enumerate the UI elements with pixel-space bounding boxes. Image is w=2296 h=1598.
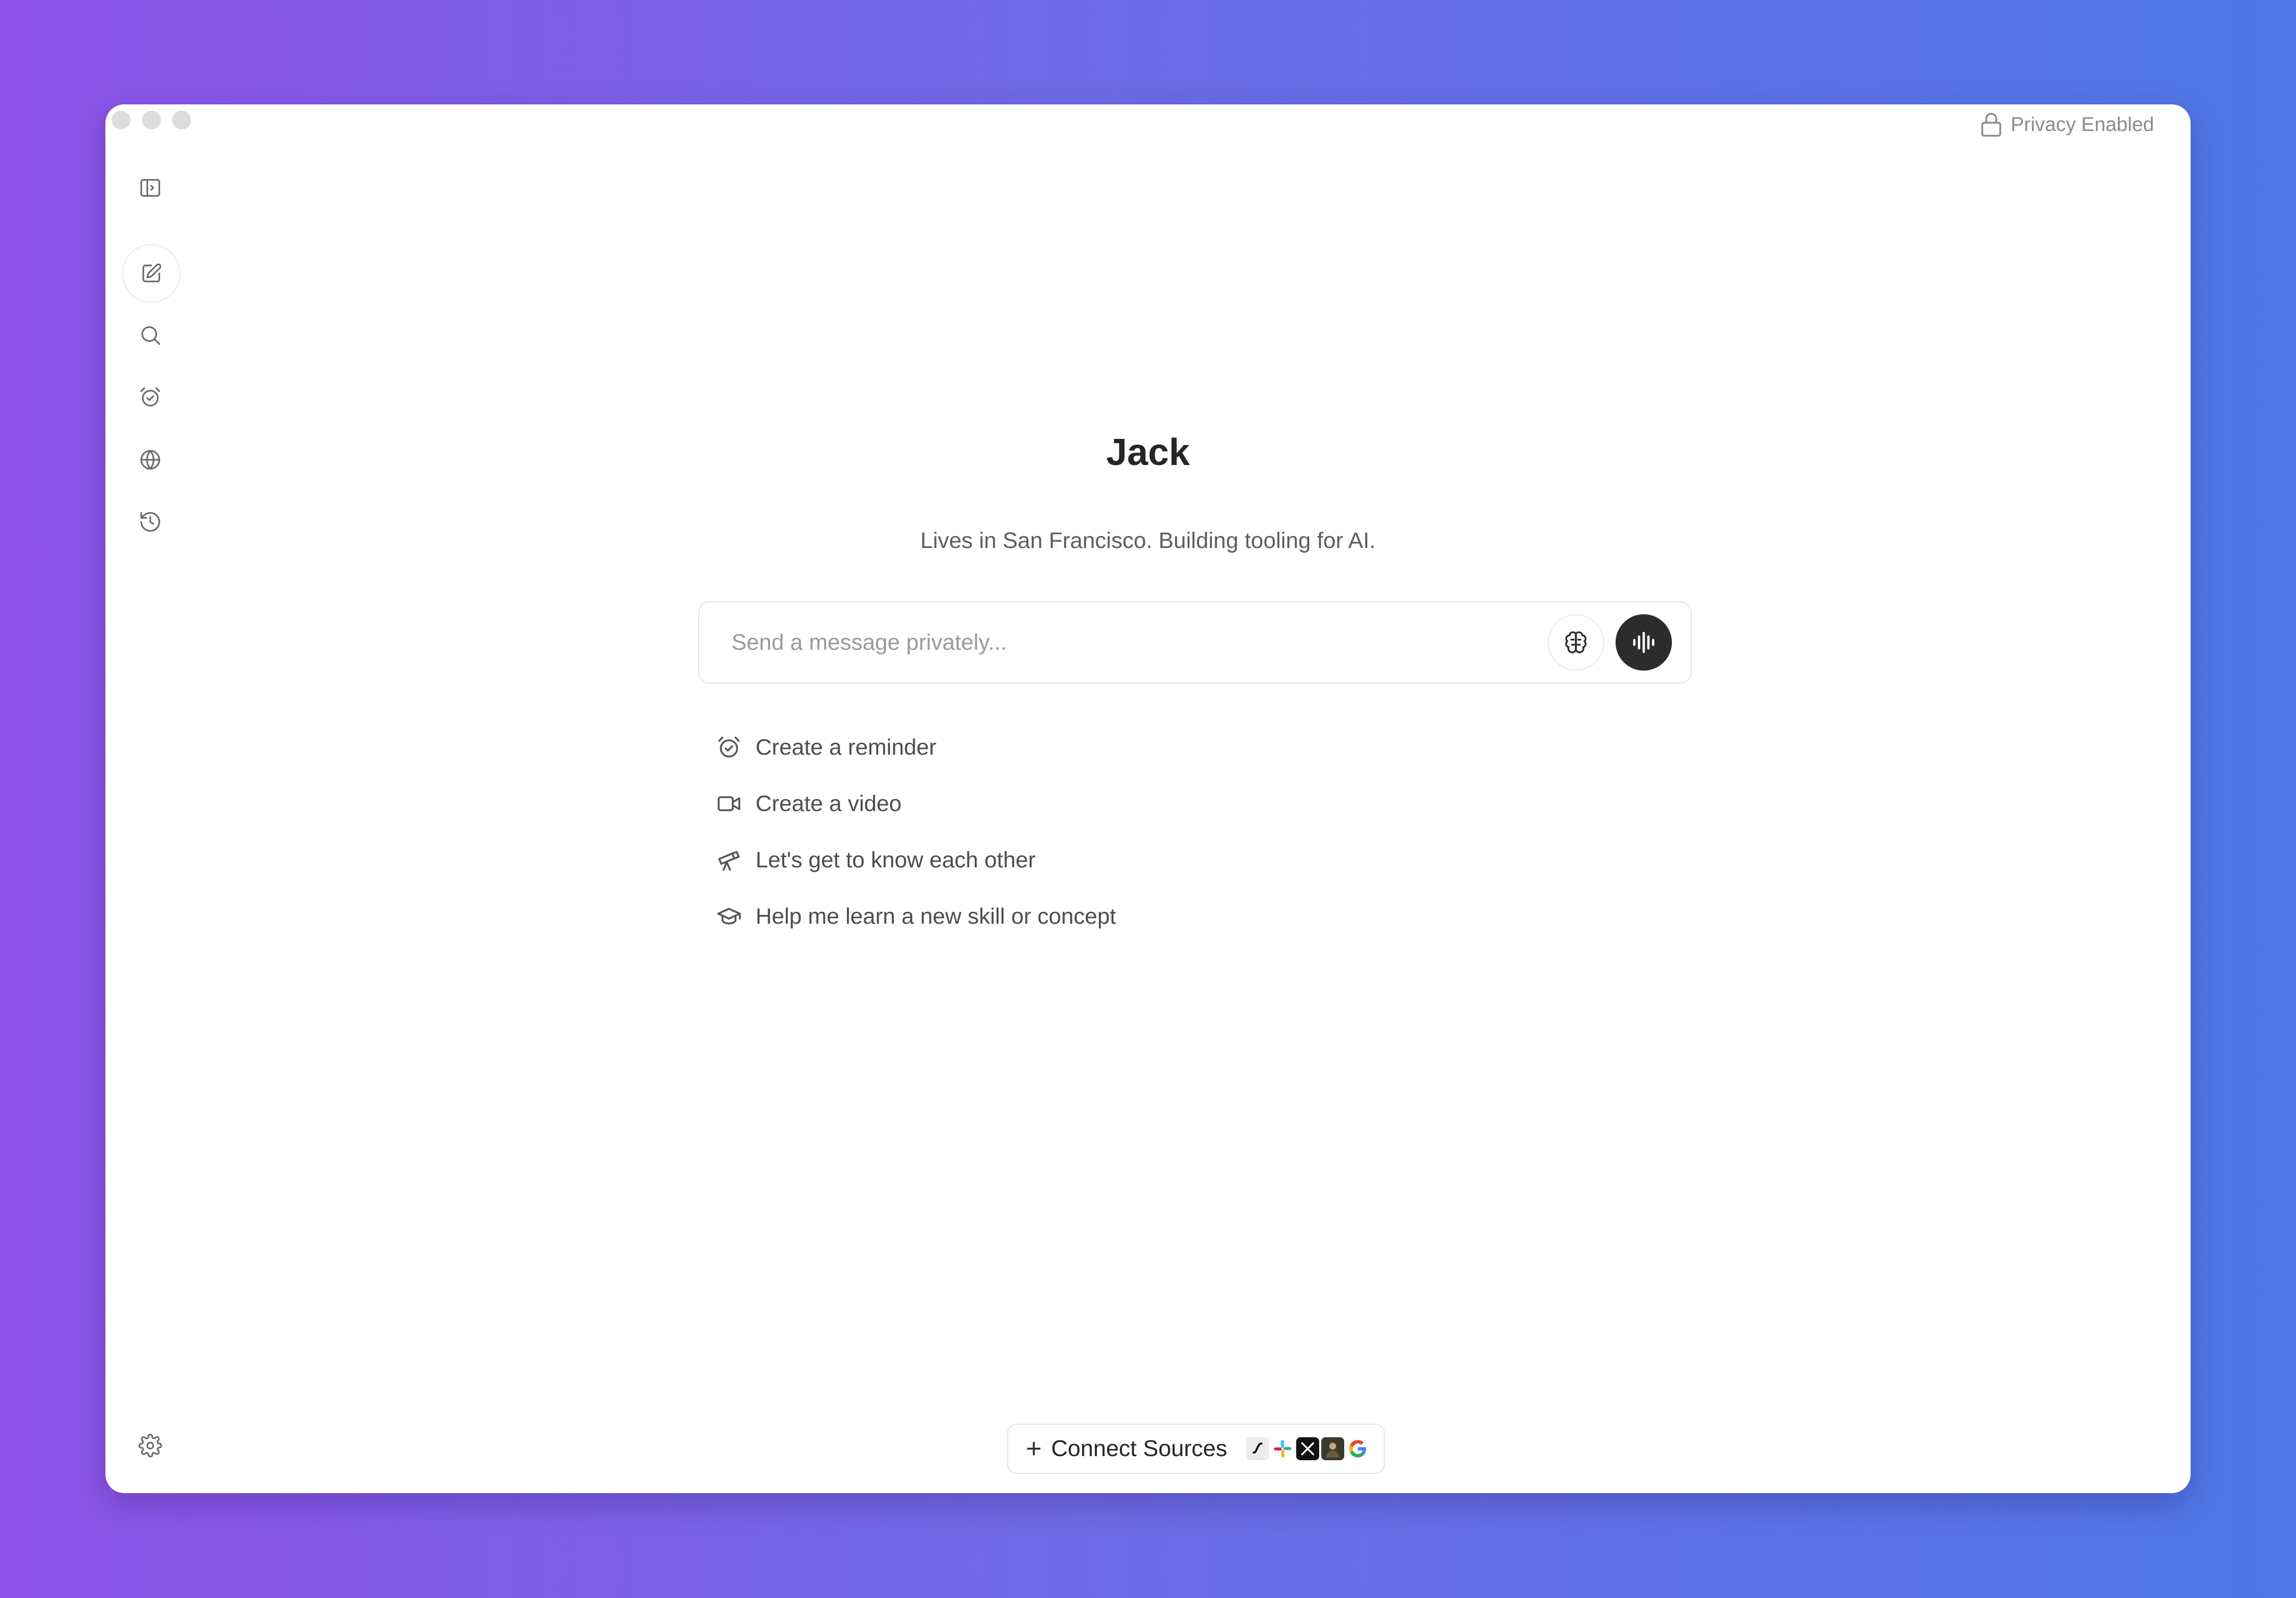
- voice-button[interactable]: [1616, 614, 1672, 671]
- close-button[interactable]: [112, 111, 130, 129]
- video-icon: [718, 796, 740, 812]
- new-chat-icon: [142, 264, 161, 282]
- connect-sources-button[interactable]: + Connect Sources: [1007, 1424, 1385, 1474]
- notion-logo: [1246, 1437, 1269, 1460]
- photo-logo: [1321, 1437, 1344, 1460]
- x-logo: [1296, 1437, 1319, 1460]
- zoom-button[interactable]: [172, 111, 191, 129]
- suggestion-list: Create a reminder Create a video Let's g…: [716, 719, 1116, 945]
- suggestion-create-reminder[interactable]: Create a reminder: [716, 719, 1116, 776]
- slack-logo: [1271, 1437, 1294, 1460]
- app-window: Privacy Enabled Jack Lives in San Franci…: [105, 104, 2191, 1493]
- suggestion-label: Help me learn a new skill or concept: [756, 903, 1116, 929]
- suggestion-learn-skill[interactable]: Help me learn a new skill or concept: [716, 888, 1116, 945]
- privacy-indicator[interactable]: Privacy Enabled: [1979, 112, 2154, 138]
- reminders-button[interactable]: [133, 379, 168, 415]
- suggestion-label: Create a video: [756, 791, 902, 816]
- settings-button[interactable]: [133, 1428, 168, 1463]
- lock-icon: [1981, 113, 2002, 137]
- telescope-icon: [718, 851, 740, 871]
- waveform-icon: [1633, 631, 1655, 653]
- search-button[interactable]: [133, 317, 168, 353]
- minimize-button[interactable]: [142, 111, 161, 129]
- profile-subtitle: Lives in San Francisco. Building tooling…: [920, 528, 1376, 553]
- suggestion-label: Let's get to know each other: [756, 847, 1036, 873]
- privacy-label: Privacy Enabled: [2011, 113, 2154, 136]
- graduation-cap-icon: [717, 908, 741, 925]
- google-logo: [1346, 1437, 1369, 1460]
- traffic-lights: [112, 111, 191, 129]
- suggestion-get-to-know[interactable]: Let's get to know each other: [716, 832, 1116, 888]
- suggestion-create-video[interactable]: Create a video: [716, 776, 1116, 832]
- new-chat-button[interactable]: [122, 244, 181, 303]
- sidebar-toggle-button[interactable]: [133, 170, 168, 206]
- alarm-icon: [140, 387, 160, 407]
- message-composer: [698, 601, 1692, 684]
- message-input[interactable]: [731, 629, 1548, 656]
- source-logos: [1246, 1437, 1369, 1460]
- connect-sources-label: Connect Sources: [1051, 1436, 1227, 1461]
- sidebar-toggle-icon: [140, 179, 160, 197]
- search-icon: [141, 326, 160, 345]
- page-title: Jack: [1106, 432, 1190, 473]
- suggestion-label: Create a reminder: [756, 734, 937, 760]
- alarm-icon: [718, 736, 740, 758]
- plus-icon: +: [1026, 1434, 1042, 1464]
- memory-button[interactable]: [1548, 614, 1604, 671]
- brain-icon: [1565, 631, 1587, 653]
- gear-icon: [138, 1434, 162, 1458]
